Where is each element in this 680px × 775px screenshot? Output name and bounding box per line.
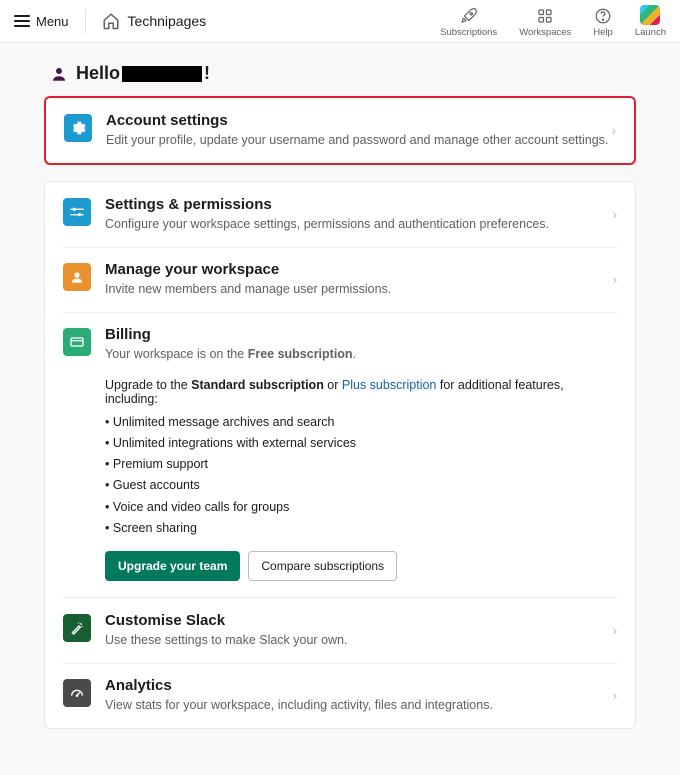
menu-label: Menu [36, 14, 69, 29]
billing-upgrade-line: Upgrade to the Standard subscription or … [105, 378, 617, 406]
gear-icon [64, 114, 92, 142]
row-title: Analytics [105, 677, 613, 694]
sliders-icon [63, 198, 91, 226]
nav-subscriptions[interactable]: Subscriptions [440, 7, 497, 38]
nav-label: Help [593, 27, 613, 38]
gauge-icon [63, 679, 91, 707]
list-item: Unlimited message archives and search [105, 412, 617, 433]
home-icon [102, 12, 120, 30]
chevron-right-icon: › [613, 688, 617, 703]
person-icon [50, 65, 68, 83]
billing-buttons: Upgrade your team Compare subscriptions [105, 551, 617, 581]
billing-subscription-desc: Your workspace is on the Free subscripti… [105, 345, 617, 363]
row-desc: Edit your profile, update your username … [106, 131, 612, 149]
hello-label: Hello [76, 63, 120, 84]
billing-row: Billing Your workspace is on the Free su… [45, 312, 635, 377]
divider [85, 9, 86, 33]
account-card: Account settings Edit your profile, upda… [44, 96, 636, 165]
row-body: Customise Slack Use these settings to ma… [105, 612, 613, 649]
topbar-right: Subscriptions Workspaces Help Launch [440, 5, 666, 38]
rocket-icon [460, 7, 478, 25]
workspace-name: Technipages [128, 13, 207, 29]
row-desc: Use these settings to make Slack your ow… [105, 631, 613, 649]
row-body: Manage your workspace Invite new members… [105, 261, 613, 298]
card-icon [63, 328, 91, 356]
list-item: Premium support [105, 454, 617, 475]
greeting-punct: ! [204, 63, 210, 84]
chevron-right-icon: › [613, 207, 617, 222]
billing-features: Unlimited message archives and search Un… [105, 412, 617, 540]
row-body: Billing Your workspace is on the Free su… [105, 326, 617, 363]
menu-button[interactable]: Menu [14, 14, 69, 29]
row-title: Billing [105, 326, 617, 343]
redacted-name [122, 66, 202, 82]
chevron-right-icon: › [613, 272, 617, 287]
upgrade-team-button[interactable]: Upgrade your team [105, 551, 240, 581]
row-body: Analytics View stats for your workspace,… [105, 677, 613, 714]
nav-help[interactable]: Help [593, 7, 613, 38]
settings-permissions-row[interactable]: Settings & permissions Configure your wo… [45, 182, 635, 247]
plus-subscription-link[interactable]: Plus subscription [342, 378, 437, 392]
row-body: Settings & permissions Configure your wo… [105, 196, 613, 233]
compare-subscriptions-button[interactable]: Compare subscriptions [248, 551, 397, 581]
nav-label: Launch [635, 27, 666, 38]
nav-workspaces[interactable]: Workspaces [519, 7, 571, 38]
help-icon [594, 7, 612, 25]
workspace-home[interactable]: Technipages [102, 12, 207, 30]
greeting-text: Hello ! [76, 63, 210, 84]
list-item: Guest accounts [105, 475, 617, 496]
grid-icon [536, 7, 554, 25]
row-desc: Configure your workspace settings, permi… [105, 215, 613, 233]
list-item: Screen sharing [105, 518, 617, 539]
topbar: Menu Technipages Subscriptions Workspace… [0, 0, 680, 43]
nav-label: Workspaces [519, 27, 571, 38]
account-settings-row[interactable]: Account settings Edit your profile, upda… [46, 98, 634, 163]
analytics-row[interactable]: Analytics View stats for your workspace,… [45, 663, 635, 728]
row-title: Settings & permissions [105, 196, 613, 213]
wand-icon [63, 614, 91, 642]
row-title: Customise Slack [105, 612, 613, 629]
row-title: Manage your workspace [105, 261, 613, 278]
greeting: Hello ! [50, 63, 636, 84]
list-item: Voice and video calls for groups [105, 497, 617, 518]
billing-extra: Upgrade to the Standard subscription or … [45, 378, 635, 598]
row-body: Account settings Edit your profile, upda… [106, 112, 612, 149]
customise-slack-row[interactable]: Customise Slack Use these settings to ma… [45, 598, 635, 663]
hamburger-icon [14, 15, 30, 27]
nav-launch[interactable]: Launch [635, 5, 666, 38]
row-desc: View stats for your workspace, including… [105, 696, 613, 714]
list-item: Unlimited integrations with external ser… [105, 433, 617, 454]
topbar-left: Menu Technipages [14, 9, 206, 33]
row-title: Account settings [106, 112, 612, 129]
person-icon [63, 263, 91, 291]
chevron-right-icon: › [613, 623, 617, 638]
main-card: Settings & permissions Configure your wo… [44, 181, 636, 729]
nav-label: Subscriptions [440, 27, 497, 38]
slack-icon [640, 5, 660, 25]
row-desc: Invite new members and manage user permi… [105, 280, 613, 298]
page: Hello ! Account settings Edit your profi… [44, 43, 636, 775]
manage-workspace-row[interactable]: Manage your workspace Invite new members… [45, 247, 635, 312]
chevron-right-icon: › [612, 123, 616, 138]
